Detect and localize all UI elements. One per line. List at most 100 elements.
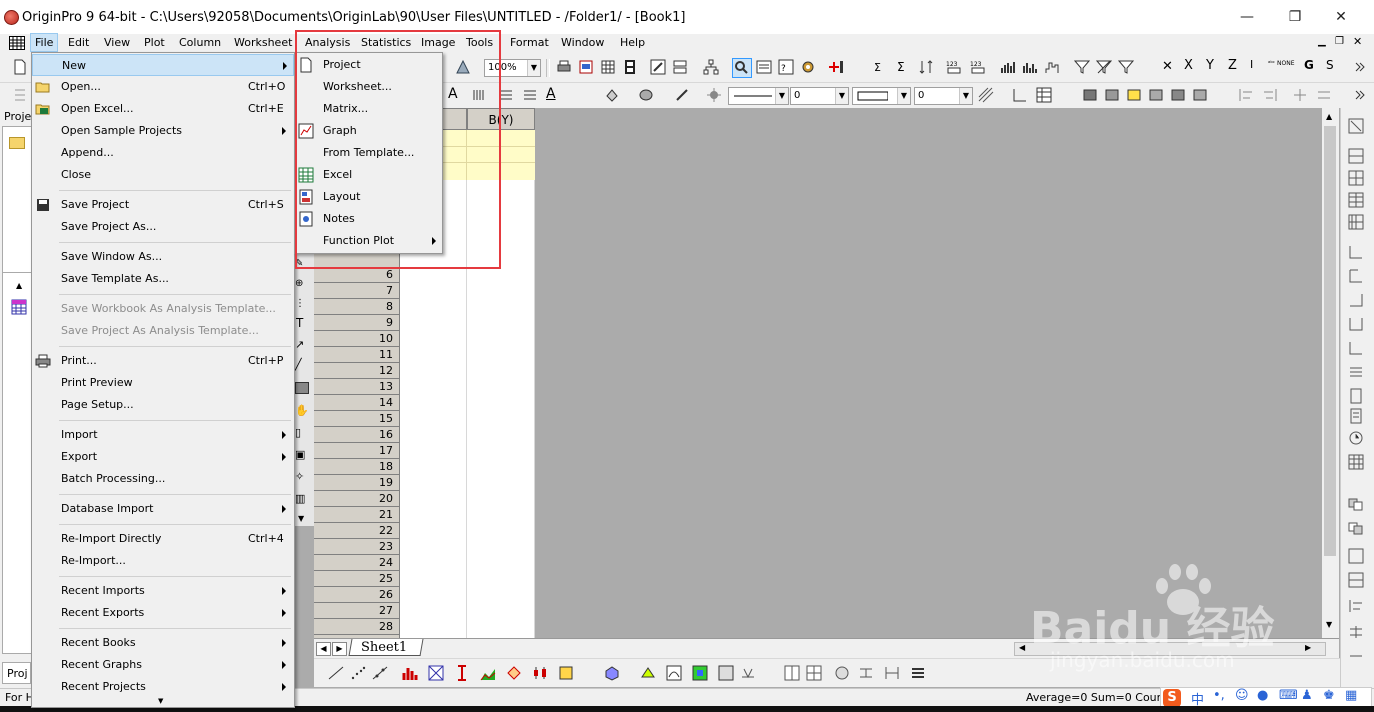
row-number[interactable]: 24 bbox=[314, 555, 400, 571]
clock-icon[interactable] bbox=[1348, 430, 1364, 446]
results-log-icon[interactable]: ? bbox=[778, 59, 794, 75]
menu-item-print-preview[interactable]: Print Preview bbox=[32, 372, 294, 394]
arrow-tool-icon[interactable]: ↗ bbox=[295, 338, 311, 354]
folder-icon[interactable] bbox=[9, 137, 25, 149]
menu-format[interactable]: Format bbox=[506, 34, 553, 52]
table-icon[interactable] bbox=[1348, 454, 1364, 470]
grip-icon[interactable] bbox=[12, 87, 28, 103]
layer-1-icon[interactable] bbox=[1348, 148, 1364, 164]
ternary-icon[interactable] bbox=[640, 665, 656, 681]
zoom-tool-icon[interactable]: ⊕ bbox=[295, 278, 311, 294]
plot-type-3-icon[interactable] bbox=[1126, 87, 1142, 103]
data-reader-icon[interactable]: ⋮ bbox=[295, 298, 311, 314]
row-number[interactable]: 16 bbox=[314, 427, 400, 443]
row-number[interactable]: 22 bbox=[314, 523, 400, 539]
font-color-icon[interactable]: A bbox=[546, 86, 562, 102]
distribute-v-icon[interactable] bbox=[1316, 87, 1332, 103]
row-number[interactable]: 17 bbox=[314, 443, 400, 459]
row-number[interactable]: 25 bbox=[314, 571, 400, 587]
menu-item-page-setup[interactable]: Page Setup... bbox=[32, 394, 294, 416]
scroll-right-icon[interactable]: ▶ bbox=[1305, 643, 1311, 652]
find-icon[interactable] bbox=[732, 58, 752, 78]
font-size-dropdown[interactable]: 0 ▼ bbox=[914, 87, 973, 105]
row-number[interactable]: 27 bbox=[314, 603, 400, 619]
scatter-plot-icon[interactable] bbox=[350, 665, 366, 681]
chevron-down-icon[interactable]: ▼ bbox=[298, 514, 304, 523]
menu-item-recent-graphs[interactable]: Recent Graphs bbox=[32, 654, 294, 676]
list-icon[interactable] bbox=[1348, 408, 1364, 424]
set-as-label-icon[interactable]: ᵃᵇᶜ NONE bbox=[1268, 60, 1296, 76]
origin-app-icon[interactable] bbox=[4, 10, 19, 25]
horizontal-scrollbar[interactable]: ◀ ▶ bbox=[1014, 642, 1326, 656]
menu-item-print[interactable]: Print... Ctrl+P bbox=[32, 350, 294, 372]
stack-icon[interactable] bbox=[834, 665, 850, 681]
line-symbol-plot-icon[interactable] bbox=[372, 665, 388, 681]
menu-item-open[interactable]: Open... Ctrl+O bbox=[32, 76, 294, 98]
tab-sheet1[interactable]: Sheet1 bbox=[348, 639, 424, 656]
set-as-group-icon[interactable]: G bbox=[1304, 58, 1320, 74]
line-tool-icon[interactable]: ╱ bbox=[295, 358, 311, 374]
set-as-subject-icon[interactable]: S bbox=[1326, 58, 1342, 74]
line-plot-icon[interactable] bbox=[328, 665, 344, 681]
enlarge-icon[interactable] bbox=[1348, 118, 1364, 134]
worksheet-menu-icon[interactable] bbox=[9, 36, 25, 50]
menu-item-batch-processing[interactable]: Batch Processing... bbox=[32, 468, 294, 490]
set-as-y-icon[interactable]: Y bbox=[1206, 58, 1222, 74]
symbol-icon[interactable] bbox=[706, 87, 722, 103]
area-plot-icon[interactable] bbox=[480, 665, 496, 681]
set-as-z-icon[interactable]: Z bbox=[1228, 58, 1244, 74]
menu-item-open-excel[interactable]: Open Excel... Ctrl+E bbox=[32, 98, 294, 120]
toolbox-icon[interactable]: ▦ bbox=[1345, 688, 1357, 703]
toolbar-overflow-icon[interactable] bbox=[1354, 87, 1370, 103]
annotation-icon[interactable]: ▥ bbox=[295, 492, 311, 508]
row-number[interactable]: 10 bbox=[314, 331, 400, 347]
print-preview-icon[interactable] bbox=[578, 59, 594, 75]
worksheet-view-icon[interactable] bbox=[600, 59, 616, 75]
menu-item-reimport[interactable]: Re-Import... bbox=[32, 550, 294, 572]
restore-button[interactable]: ❐ bbox=[1272, 6, 1318, 28]
scroll-up-icon[interactable]: ▲ bbox=[16, 281, 22, 290]
align-right-icon[interactable] bbox=[1262, 87, 1278, 103]
bring-front-icon[interactable] bbox=[1348, 496, 1364, 512]
row-number[interactable]: 20 bbox=[314, 491, 400, 507]
merge-icon[interactable] bbox=[858, 665, 874, 681]
normalize-icon[interactable]: 123 bbox=[970, 59, 986, 75]
scroll-left-icon[interactable]: ◀ bbox=[1019, 643, 1025, 652]
menu-view[interactable]: View bbox=[100, 34, 134, 52]
ungroup-icon[interactable] bbox=[1348, 572, 1364, 588]
plot-type-2-icon[interactable] bbox=[1104, 87, 1120, 103]
statistics-icon[interactable]: Σ bbox=[896, 59, 912, 75]
send-back-icon[interactable] bbox=[1348, 520, 1364, 536]
workbook-icon[interactable] bbox=[11, 299, 27, 315]
row-number[interactable]: 8 bbox=[314, 299, 400, 315]
minimize-button[interactable]: — bbox=[1224, 6, 1270, 28]
menu-item-new[interactable]: New bbox=[32, 54, 294, 76]
plot-type-1-icon[interactable] bbox=[1082, 87, 1098, 103]
new-project-icon[interactable] bbox=[12, 59, 28, 75]
line-color-icon[interactable] bbox=[674, 87, 690, 103]
menu-column[interactable]: Column bbox=[175, 34, 225, 52]
line-width-dropdown[interactable]: 0 ▼ bbox=[790, 87, 849, 105]
hierarchy-icon[interactable] bbox=[703, 59, 719, 75]
notes-window-icon[interactable] bbox=[756, 59, 772, 75]
image-plot-icon[interactable] bbox=[718, 665, 734, 681]
align-left-icon[interactable] bbox=[1238, 87, 1254, 103]
set-as-error-icon[interactable]: Ι bbox=[1250, 58, 1266, 74]
rectangle-tool-icon[interactable] bbox=[295, 382, 309, 394]
scroll-down-icon[interactable]: ▼ bbox=[1326, 620, 1332, 629]
bar-chart-icon[interactable] bbox=[1022, 59, 1038, 75]
grid-icon[interactable] bbox=[1036, 87, 1052, 103]
row-number[interactable]: 14 bbox=[314, 395, 400, 411]
column-plot-icon[interactable] bbox=[402, 665, 418, 681]
sogou-ime-icon[interactable]: S bbox=[1163, 689, 1181, 707]
axis-5-icon[interactable] bbox=[1348, 340, 1364, 356]
menu-item-recent-exports[interactable]: Recent Exports bbox=[32, 602, 294, 624]
set-xy-icon[interactable]: Σ bbox=[874, 59, 890, 75]
lines-icon[interactable] bbox=[1348, 364, 1364, 380]
pattern-icon[interactable] bbox=[638, 87, 654, 103]
axis-1-icon[interactable] bbox=[1348, 244, 1364, 260]
menu-worksheet[interactable]: Worksheet bbox=[230, 34, 296, 52]
menu-item-save-window-as[interactable]: Save Window As... bbox=[32, 246, 294, 268]
layer-2-icon[interactable] bbox=[1348, 170, 1364, 186]
remove-filter-icon[interactable] bbox=[1095, 59, 1113, 75]
